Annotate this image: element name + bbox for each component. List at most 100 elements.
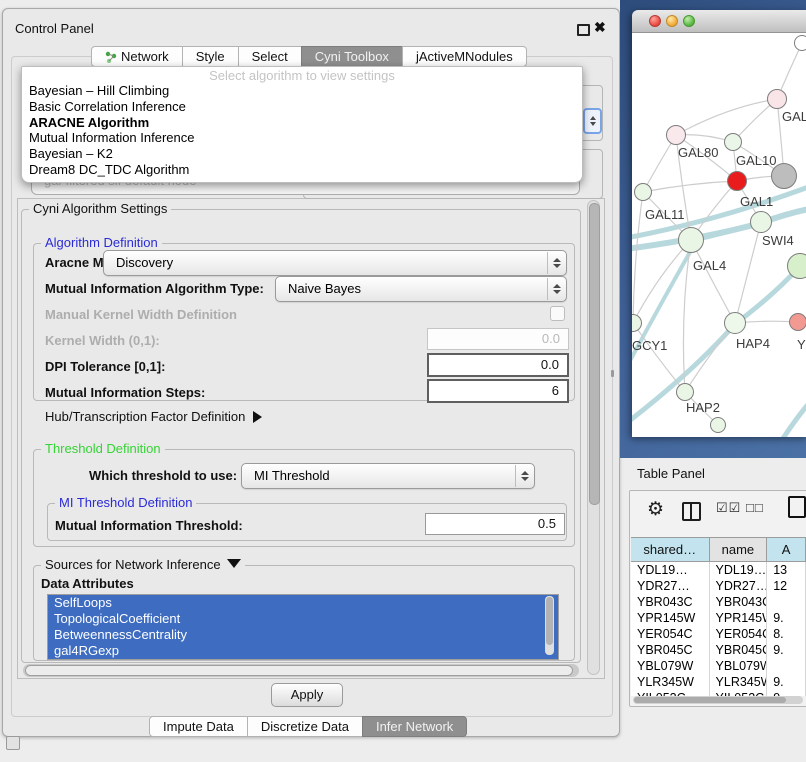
network-node-y[interactable] [789, 313, 806, 331]
network-node-gal[interactable] [767, 89, 787, 109]
algorithm-dropdown-hint: Select algorithm to view settings [22, 67, 582, 83]
table-cell: YDR27… [631, 578, 710, 594]
focused-combo-spinner-fragment[interactable] [583, 108, 602, 134]
network-node-gal11[interactable] [634, 183, 652, 201]
tab-style[interactable]: Style [182, 46, 239, 67]
mi-algorithm-type-combo[interactable]: Naive Bayes [275, 276, 567, 302]
tab-impute-data[interactable]: Impute Data [149, 716, 248, 737]
algorithm-option-bayesian-hill-climbing[interactable]: Bayesian – Hill Climbing [22, 83, 582, 99]
combo-spinner-icon [515, 465, 533, 487]
algorithm-option-aracne-algorithm[interactable]: ARACNE Algorithm [22, 115, 582, 131]
tab-label: Cyni Toolbox [315, 47, 389, 66]
algorithm-option-bayesian-k2[interactable]: Bayesian – K2 [22, 146, 582, 162]
network-edge-thin[interactable] [633, 240, 691, 323]
tab-discretize-data[interactable]: Discretize Data [247, 716, 363, 737]
mi-threshold-field[interactable]: 0.5 [425, 513, 565, 535]
table-row[interactable]: YDR27…YDR27…12 [631, 578, 806, 594]
algorithm-option-mutual-information-inference[interactable]: Mutual Information Inference [22, 130, 582, 146]
table-cell: 13 [767, 562, 806, 578]
collapsed-panel-icon[interactable] [6, 736, 20, 750]
zoom-traffic-light-icon[interactable] [683, 15, 695, 27]
close-icon[interactable]: ✖ [594, 19, 606, 36]
table-cell: YBL079W [631, 658, 710, 674]
table-row[interactable]: YDL19…YDL19…13 [631, 562, 806, 578]
network-node[interactable] [771, 163, 797, 189]
network-window-titlebar[interactable] [632, 10, 806, 33]
file-icon[interactable] [788, 496, 806, 518]
minimize-traffic-light-icon[interactable] [666, 15, 678, 27]
network-node[interactable] [710, 417, 726, 433]
column-header-name[interactable]: name [710, 538, 768, 562]
algorithm-option-basic-correlation-inference[interactable]: Basic Correlation Inference [22, 99, 582, 115]
network-node-hap2[interactable] [676, 383, 694, 401]
network-edge-thin[interactable] [691, 240, 735, 323]
tab-jactivemnodules[interactable]: jActiveMNodules [402, 46, 527, 67]
table-header-row: shared…nameA [631, 538, 806, 562]
network-node-gal1[interactable] [727, 171, 747, 191]
network-node-hap4[interactable] [724, 312, 746, 334]
network-view-window: GALGAL80GAL10GAL1GAL11SWI4GAL4GCY1HAP4YH… [632, 10, 806, 437]
attributes-scrollbar[interactable] [545, 596, 554, 655]
network-node[interactable] [794, 35, 806, 51]
settings-vertical-scrollbar[interactable] [587, 200, 600, 675]
network-canvas[interactable]: GALGAL80GAL10GAL1GAL11SWI4GAL4GCY1HAP4YH… [632, 33, 806, 437]
node-label: GCY1 [632, 338, 667, 353]
app-root: Control Panel ✖ gal-filtered sif default… [0, 0, 806, 762]
table-row[interactable]: YLR345WYLR345W9. [631, 674, 806, 690]
mi-steps-field[interactable]: 6 [427, 379, 569, 403]
float-window-icon[interactable] [577, 24, 590, 36]
network-edge-thin[interactable] [676, 99, 777, 135]
panel-splitter-handle[interactable] [611, 370, 614, 377]
apply-button[interactable]: Apply [271, 683, 343, 707]
deselect-all-checkboxes-icon[interactable]: □□ [746, 500, 764, 515]
network-edge-thin[interactable] [633, 192, 643, 323]
manual-kernel-width-checkbox[interactable] [550, 306, 565, 321]
network-edge-thick[interactable] [780, 395, 806, 437]
gear-icon[interactable]: ⚙ [647, 498, 664, 521]
tab-network[interactable]: Network [91, 46, 183, 67]
column-header-a[interactable]: A [767, 538, 806, 562]
algorithm-option-dream8-dc-tdc-algorithm[interactable]: Dream8 DC_TDC Algorithm [22, 162, 582, 178]
table-cell: YLR345W [631, 674, 710, 690]
close-traffic-light-icon[interactable] [649, 15, 661, 27]
table-row[interactable]: YBR045CYBR045C9. [631, 642, 806, 658]
tab-cyni-toolbox[interactable]: Cyni Toolbox [301, 46, 403, 67]
settings-horizontal-scrollbar[interactable] [23, 664, 579, 677]
tab-label: Impute Data [163, 717, 234, 736]
table-horizontal-scrollbar[interactable] [633, 696, 803, 704]
network-node[interactable] [787, 253, 806, 279]
table-row[interactable]: YBL079WYBL079W [631, 658, 806, 674]
data-attribute-item[interactable]: TopologicalCoefficient [48, 611, 558, 627]
data-attribute-item[interactable]: gal4RGexp [48, 643, 558, 659]
node-label: GAL [782, 109, 806, 124]
table-cell: YPR145W [710, 610, 768, 626]
table-row[interactable]: YPR145WYPR145W9. [631, 610, 806, 626]
cyni-toolbox-bottom-tabs: Impute Data Discretize DataInfer Network [149, 716, 467, 737]
tab-infer-network[interactable]: Infer Network [362, 716, 467, 737]
which-threshold-combo[interactable]: MI Threshold [241, 463, 535, 489]
cyni-algorithm-settings-title: Cyni Algorithm Settings [29, 202, 171, 216]
table-row[interactable]: YBR043CYBR043C [631, 594, 806, 610]
tab-select[interactable]: Select [238, 46, 302, 67]
network-edge-thin[interactable] [633, 323, 685, 392]
table-row[interactable]: YER054CYER054C8. [631, 626, 806, 642]
combo-spinner-icon [547, 278, 565, 300]
network-node-swi4[interactable] [750, 211, 772, 233]
network-node-gal10[interactable] [724, 133, 742, 151]
network-edge-thin[interactable] [643, 181, 737, 192]
control-panel-title: Control Panel [15, 21, 94, 36]
hub-definition-toggle[interactable]: Hub/Transcription Factor Definition [45, 409, 262, 424]
network-node-gal4[interactable] [678, 227, 704, 253]
node-label: GAL11 [645, 207, 685, 222]
node-label: Y [797, 337, 806, 352]
data-attribute-item[interactable]: BetweennessCentrality [48, 627, 558, 643]
select-all-checkboxes-icon[interactable]: ☑☑ [716, 500, 741, 516]
column-header-shared[interactable]: shared… [631, 538, 710, 562]
network-node-gal80[interactable] [666, 125, 686, 145]
dpi-tolerance-field[interactable]: 0.0 [427, 353, 569, 377]
kernel-width-field[interactable]: 0.0 [427, 328, 569, 350]
sources-group-title[interactable]: Sources for Network Inference [41, 558, 245, 572]
columns-icon[interactable] [682, 502, 701, 521]
aracne-mode-combo[interactable]: Discovery [103, 250, 567, 276]
data-attribute-item[interactable]: SelfLoops [48, 595, 558, 611]
